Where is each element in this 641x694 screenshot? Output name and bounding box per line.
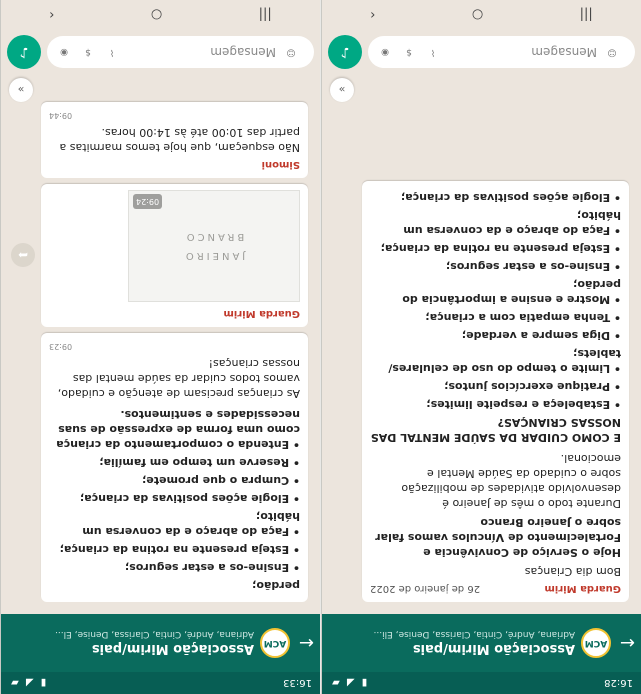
list-item: • Cumpra o que promete;	[141, 474, 300, 487]
list-item: • Faça do abraço e da conversa um hábito…	[82, 510, 300, 538]
status-icons: ▮ ◢ ▰	[9, 677, 47, 689]
scroll-down-icon[interactable]: »	[330, 78, 354, 102]
group-avatar[interactable]: ACM	[260, 628, 290, 658]
camera-icon[interactable]: ◉	[55, 43, 73, 61]
message-input-bar: ☺ Mensagem ⌇ $ ◉ ♪	[1, 30, 320, 74]
list-item: • Elogie ações positivas da criança;	[79, 492, 300, 505]
group-name: Associação Mirim/pais	[412, 641, 575, 657]
message-time: 09:23	[49, 342, 73, 351]
group-avatar[interactable]: ACM	[581, 628, 611, 658]
image-text-line: JANEIRO	[182, 250, 246, 261]
group-members: Adriana, André, Cintia, Clarissa, Denise…	[373, 629, 575, 640]
phone-screen-left: 16:28 ▮ ◢ ▰ ← ACM Associação Mirim/pais …	[321, 0, 641, 694]
nav-recents-icon[interactable]: |||	[259, 8, 272, 23]
microphone-icon[interactable]: ♪	[7, 35, 41, 69]
list-item: • Esteja presente na rotina da criança;	[59, 543, 300, 556]
image-text-line: BRANCO	[183, 231, 245, 242]
intro-text: Hoje o Serviço de Convivência e Fortalec…	[375, 516, 621, 559]
list-item: • Ensine-os a estar seguros;	[124, 561, 300, 574]
group-name: Associação Mirim/pais	[91, 641, 254, 657]
emoji-icon[interactable]: ☺	[603, 43, 621, 61]
message-text: Não esqueçam, que hoje temos marmitas a …	[59, 126, 301, 154]
list-item: • Tenha empatia com a criança;	[425, 311, 621, 324]
list-item: • Limite o tempo do uso de celulares/ ta…	[388, 347, 621, 375]
list-item: • Pratique exercícios juntos;	[444, 380, 621, 393]
message-input[interactable]: ☺ Mensagem ⌇ $ ◉	[47, 36, 314, 68]
back-arrow-icon[interactable]: ←	[296, 633, 314, 654]
nav-home-icon[interactable]: ○	[472, 8, 483, 23]
phone-screen-right: 16:33 ▮ ◢ ▰ ← ACM Associação Mirim/pais …	[0, 0, 320, 694]
message-date: 26 de janeiro de 2022	[370, 583, 481, 594]
nav-recents-icon[interactable]: |||	[580, 8, 593, 23]
message-input-bar: ☺ Mensagem ⌇ $ ◉ ♪	[322, 30, 641, 74]
scroll-down-icon[interactable]: »	[9, 78, 33, 102]
sender-name: Guarda Mirim	[544, 583, 621, 594]
system-nav-bar: ||| ○ ‹	[322, 0, 641, 30]
chat-area[interactable]: perdão; • Ensine-os a estar seguros; • E…	[1, 74, 320, 614]
message-bubble[interactable]: Guarda Mirim JANEIRO BRANCO 09:24 ➦	[11, 184, 308, 327]
intro-text-2: Durante todo o mês de Janeiro é desenvol…	[401, 452, 621, 510]
message-sender: Guarda Mirim 26 de janeiro de 2022	[370, 581, 621, 596]
chat-area[interactable]: Guarda Mirim 26 de janeiro de 2022 Bom d…	[322, 74, 641, 614]
currency-icon[interactable]: $	[400, 43, 418, 61]
status-time: 16:33	[283, 677, 312, 689]
currency-icon[interactable]: $	[79, 43, 97, 61]
list-item: • Ensine-os a estar seguros;	[445, 260, 621, 273]
message-footer-text: As crianças precisam de atenção e cuidad…	[57, 357, 300, 400]
microphone-icon[interactable]: ♪	[328, 35, 362, 69]
message-bubble[interactable]: Guarda Mirim 26 de janeiro de 2022 Bom d…	[362, 181, 629, 602]
list-item: • Mostre e ensine a importância do perdã…	[402, 278, 621, 306]
message-bubble[interactable]: perdão; • Ensine-os a estar seguros; • E…	[41, 333, 308, 602]
nav-home-icon[interactable]: ○	[151, 8, 162, 23]
list-item: • Esteja presente na rotina da criança;	[380, 242, 621, 255]
message-sender: Simoni	[49, 157, 300, 172]
paperclip-icon[interactable]: ⌇	[424, 43, 442, 61]
status-bar: 16:33 ▮ ◢ ▰	[1, 672, 320, 694]
back-arrow-icon[interactable]: ←	[617, 633, 635, 654]
chat-header[interactable]: ← ACM Associação Mirim/pais Adriana, And…	[322, 614, 641, 672]
group-title-block[interactable]: Associação Mirim/pais Adriana, André, Ci…	[7, 630, 254, 657]
group-members: Adriana, André, Cintia, Clarissa, Denise…	[55, 629, 254, 640]
heading-text: E COMO CUIDAR DA SAÚDE MENTAL DAS NOSSAS…	[370, 416, 621, 444]
paperclip-icon[interactable]: ⌇	[103, 43, 121, 61]
image-attachment[interactable]: JANEIRO BRANCO 09:24	[128, 190, 300, 302]
message-time: 09:24	[133, 194, 163, 209]
list-item: perdão;	[251, 579, 300, 592]
emoji-icon[interactable]: ☺	[282, 43, 300, 61]
message-sender: Guarda Mirim	[49, 306, 300, 321]
status-icons: ▮ ◢ ▰	[330, 677, 368, 689]
sender-name: Simoni	[261, 159, 300, 170]
system-nav-bar: ||| ○ ‹	[1, 0, 320, 30]
status-bar: 16:28 ▮ ◢ ▰	[322, 672, 641, 694]
message-placeholder: Mensagem	[210, 45, 276, 59]
message-bubble[interactable]: Simoni Não esqueçam, que hoje temos marm…	[41, 102, 308, 178]
list-item: • Estabeleça e respeite limites;	[426, 398, 621, 411]
list-item: • Diga sempre a verdade;	[461, 329, 621, 342]
greeting-text: Bom dia Crianças	[524, 565, 621, 578]
list-item: • Entenda o comportamento da criança com…	[56, 408, 300, 451]
message-placeholder: Mensagem	[531, 45, 597, 59]
list-item: • Elogie ações positivas da criança;	[400, 191, 621, 204]
message-input[interactable]: ☺ Mensagem ⌇ $ ◉	[368, 36, 635, 68]
nav-back-icon[interactable]: ‹	[49, 8, 54, 23]
list-item: • Faça do abraço e da conversa um hábito…	[403, 209, 621, 237]
group-title-block[interactable]: Associação Mirim/pais Adriana, André, Ci…	[328, 630, 575, 657]
nav-back-icon[interactable]: ‹	[370, 8, 375, 23]
forward-icon[interactable]: ➦	[11, 243, 35, 267]
message-time: 09:44	[49, 111, 73, 120]
chat-header[interactable]: ← ACM Associação Mirim/pais Adriana, And…	[1, 614, 320, 672]
list-item: • Reserve um tempo em família;	[99, 456, 300, 469]
sender-name: Guarda Mirim	[223, 308, 300, 319]
status-time: 16:28	[604, 677, 633, 689]
camera-icon[interactable]: ◉	[376, 43, 394, 61]
